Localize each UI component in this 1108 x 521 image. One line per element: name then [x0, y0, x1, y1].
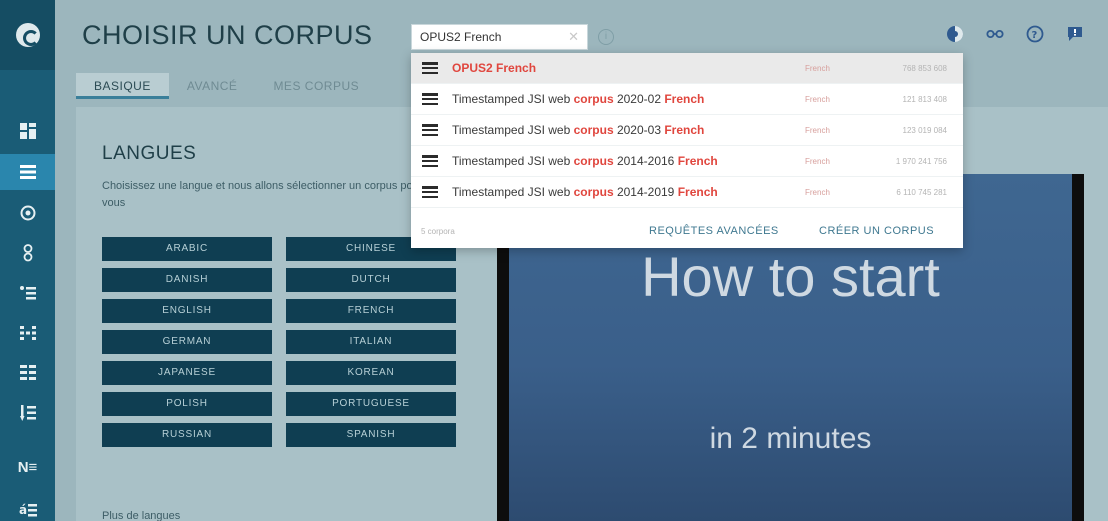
tab-avance[interactable]: AVANCÉ: [169, 73, 256, 99]
sidebar: N≡ á: [0, 0, 55, 521]
sidebar-item-grid[interactable]: [0, 355, 55, 391]
app-logo[interactable]: [0, 0, 55, 70]
sidebar-item-sort[interactable]: [0, 395, 55, 431]
dropdown-footer: 5 corpora REQUÊTES AVANCÉES CRÉER UN COR…: [411, 214, 963, 248]
video-title-line1: How to start: [641, 245, 940, 308]
search-result-item[interactable]: Timestamped JSI web corpus 2020-02 Frenc…: [411, 84, 963, 115]
sidebar-item-ae[interactable]: á: [0, 491, 55, 521]
language-button-spanish[interactable]: SPANISH: [286, 423, 456, 447]
result-size: 121 813 408: [902, 94, 948, 104]
sort-icon: [19, 405, 36, 421]
result-size: 768 853 608: [902, 63, 948, 73]
tab-basique[interactable]: BASIQUE: [76, 73, 169, 99]
language-button-dutch[interactable]: DUTCH: [286, 268, 456, 292]
result-size: 123 019 084: [902, 125, 948, 135]
result-size: 6 110 745 281: [896, 187, 947, 197]
language-button-arabic[interactable]: ARABIC: [102, 237, 272, 261]
language-button-polish[interactable]: POLISH: [102, 392, 272, 416]
sidebar-item-list[interactable]: [0, 154, 55, 190]
more-languages-link[interactable]: Plus de langues: [102, 510, 180, 521]
language-button-russian[interactable]: RUSSIAN: [102, 423, 272, 447]
list-icon: [19, 165, 36, 179]
result-name: Timestamped JSI web corpus 2020-02 Frenc…: [452, 92, 705, 106]
top-icons: ?: [946, 25, 1084, 43]
language-button-japanese[interactable]: JAPANESE: [102, 361, 272, 385]
key-icon: [23, 244, 32, 262]
corpus-tabs: BASIQUE AVANCÉ MES CORPUS: [76, 73, 377, 99]
search-results-dropdown: OPUS2 French French 768 853 608 Timestam…: [411, 53, 963, 248]
result-name: Timestamped JSI web corpus 2020-03 Frenc…: [452, 123, 705, 137]
page-title: CHOISIR UN CORPUS: [82, 20, 373, 50]
grid-icon: [19, 365, 36, 380]
result-count: 5 corpora: [421, 226, 455, 236]
target-icon: [20, 205, 35, 221]
bullet-list-icon: [19, 286, 36, 300]
result-size: 1 970 241 756: [895, 156, 947, 166]
ne-icon: N≡: [17, 458, 38, 476]
corpus-list-icon: [422, 186, 438, 198]
result-language: French: [805, 187, 830, 197]
language-button-danish[interactable]: DANISH: [102, 268, 272, 292]
language-buttons: ARABIC CHINESE DANISH DUTCH ENGLISH FREN…: [102, 237, 456, 447]
result-language: French: [805, 94, 830, 104]
advanced-search-link[interactable]: REQUÊTES AVANCÉES: [649, 225, 779, 237]
sidebar-item-dashboard[interactable]: [0, 113, 55, 149]
sidebar-item-ne[interactable]: N≡: [0, 449, 55, 485]
tab-mes-corpus[interactable]: MES CORPUS: [255, 73, 377, 99]
sidebar-item-target[interactable]: [0, 195, 55, 231]
corpus-list-icon: [422, 124, 438, 136]
result-name: Timestamped JSI web corpus 2014-2019 Fre…: [452, 185, 718, 199]
search-result-item[interactable]: Timestamped JSI web corpus 2014-2016 Fre…: [411, 146, 963, 177]
glasses-icon[interactable]: [986, 25, 1004, 43]
search-result-item[interactable]: Timestamped JSI web corpus 2020-03 Frenc…: [411, 115, 963, 146]
feedback-icon[interactable]: [1066, 25, 1084, 43]
search-result-item[interactable]: OPUS2 French French 768 853 608: [411, 53, 963, 84]
search-result-item[interactable]: Timestamped JSI web corpus 2014-2019 Fre…: [411, 177, 963, 208]
language-button-italian[interactable]: ITALIAN: [286, 330, 456, 354]
result-name: Timestamped JSI web corpus 2014-2016 Fre…: [452, 154, 718, 168]
logo-icon: [15, 23, 40, 47]
result-language: French: [805, 125, 830, 135]
dashboard-icon: [19, 123, 36, 139]
create-corpus-link[interactable]: CRÉER UN CORPUS: [819, 225, 934, 237]
result-language: French: [805, 156, 830, 166]
languages-description: Choisissez une langue et nous allons sél…: [102, 180, 423, 209]
corpus-list-icon: [422, 155, 438, 167]
language-button-korean[interactable]: KOREAN: [286, 361, 456, 385]
corpus-search-input[interactable]: [420, 30, 560, 44]
video-title-line2: in 2 minutes: [709, 422, 872, 455]
sidebar-item-key[interactable]: [0, 235, 55, 271]
ae-icon: á: [19, 503, 37, 517]
svg-text:?: ?: [1032, 30, 1038, 41]
corpus-list-icon: [422, 93, 438, 105]
language-button-portuguese[interactable]: PORTUGUESE: [286, 392, 456, 416]
theme-icon[interactable]: [946, 25, 964, 43]
result-name: OPUS2 French: [452, 61, 537, 75]
clear-search-icon[interactable]: ✕: [568, 29, 579, 45]
language-button-german[interactable]: GERMAN: [102, 330, 272, 354]
corpus-list-icon: [422, 62, 438, 74]
language-button-english[interactable]: ENGLISH: [102, 299, 272, 323]
language-button-french[interactable]: FRENCH: [286, 299, 456, 323]
info-icon[interactable]: i: [598, 29, 614, 45]
sidebar-item-ngram[interactable]: [0, 315, 55, 351]
languages-title: LANGUES: [102, 143, 197, 164]
ngram-icon: [19, 326, 36, 340]
corpus-search-box: ✕: [411, 24, 588, 50]
svg-text:á: á: [19, 503, 27, 517]
help-icon[interactable]: ?: [1026, 25, 1044, 43]
result-language: French: [805, 63, 830, 73]
sidebar-item-bullet-list[interactable]: [0, 275, 55, 311]
